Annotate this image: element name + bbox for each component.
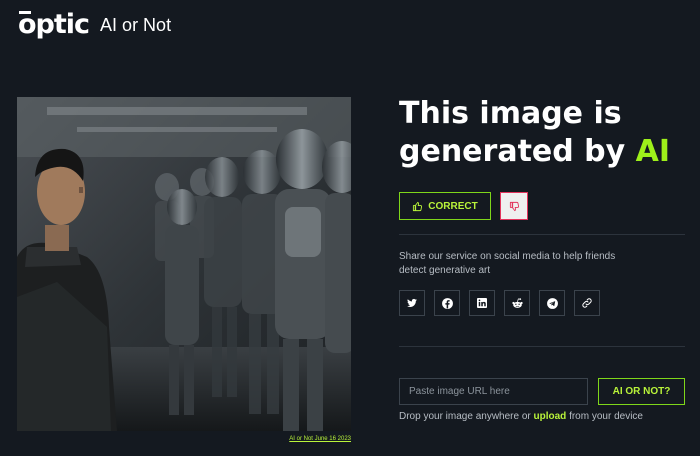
- telegram-icon: [546, 297, 558, 309]
- upload-link[interactable]: upload: [534, 411, 567, 422]
- header: optic AI or Not: [18, 10, 171, 40]
- thumbs-up-icon: [413, 201, 423, 211]
- headline-prefix: This image is generated by: [399, 96, 636, 169]
- facebook-icon: [441, 297, 453, 309]
- divider: [399, 234, 685, 235]
- feedback-buttons: CORRECT: [399, 192, 528, 220]
- result-panel: This image is generated by AI: [399, 95, 685, 171]
- ai-or-not-button[interactable]: AI OR NOT?: [598, 378, 685, 405]
- link-icon: [582, 298, 592, 308]
- drop-instructions: Drop your image anywhere or upload from …: [399, 411, 643, 422]
- drop-suffix: from your device: [566, 411, 643, 422]
- analyzed-image: [17, 97, 351, 431]
- optic-logo[interactable]: optic: [18, 10, 90, 40]
- image-url-input[interactable]: [399, 378, 588, 405]
- thumbs-down-icon: [509, 201, 519, 211]
- share-twitter-button[interactable]: [399, 290, 425, 316]
- result-headline: This image is generated by AI: [399, 95, 685, 171]
- logo-bar: [19, 11, 31, 14]
- wrong-button[interactable]: [500, 192, 528, 220]
- robots-photo: [17, 97, 351, 431]
- headline-accent: AI: [635, 134, 671, 169]
- image-credit-link[interactable]: AI or Not June 16 2023: [289, 436, 351, 442]
- correct-button[interactable]: CORRECT: [399, 192, 491, 220]
- social-share-buttons: [399, 290, 600, 316]
- share-facebook-button[interactable]: [434, 290, 460, 316]
- reddit-icon: [511, 297, 523, 308]
- linkedin-icon: [477, 298, 487, 308]
- share-linkedin-button[interactable]: [469, 290, 495, 316]
- correct-label: CORRECT: [428, 200, 478, 212]
- copy-link-button[interactable]: [574, 290, 600, 316]
- divider: [399, 346, 685, 347]
- drop-prefix: Drop your image anywhere or: [399, 411, 534, 422]
- twitter-icon: [407, 298, 417, 307]
- app-name: AI or Not: [100, 15, 172, 35]
- share-telegram-button[interactable]: [539, 290, 565, 316]
- share-text: Share our service on social media to hel…: [399, 251, 616, 276]
- share-reddit-button[interactable]: [504, 290, 530, 316]
